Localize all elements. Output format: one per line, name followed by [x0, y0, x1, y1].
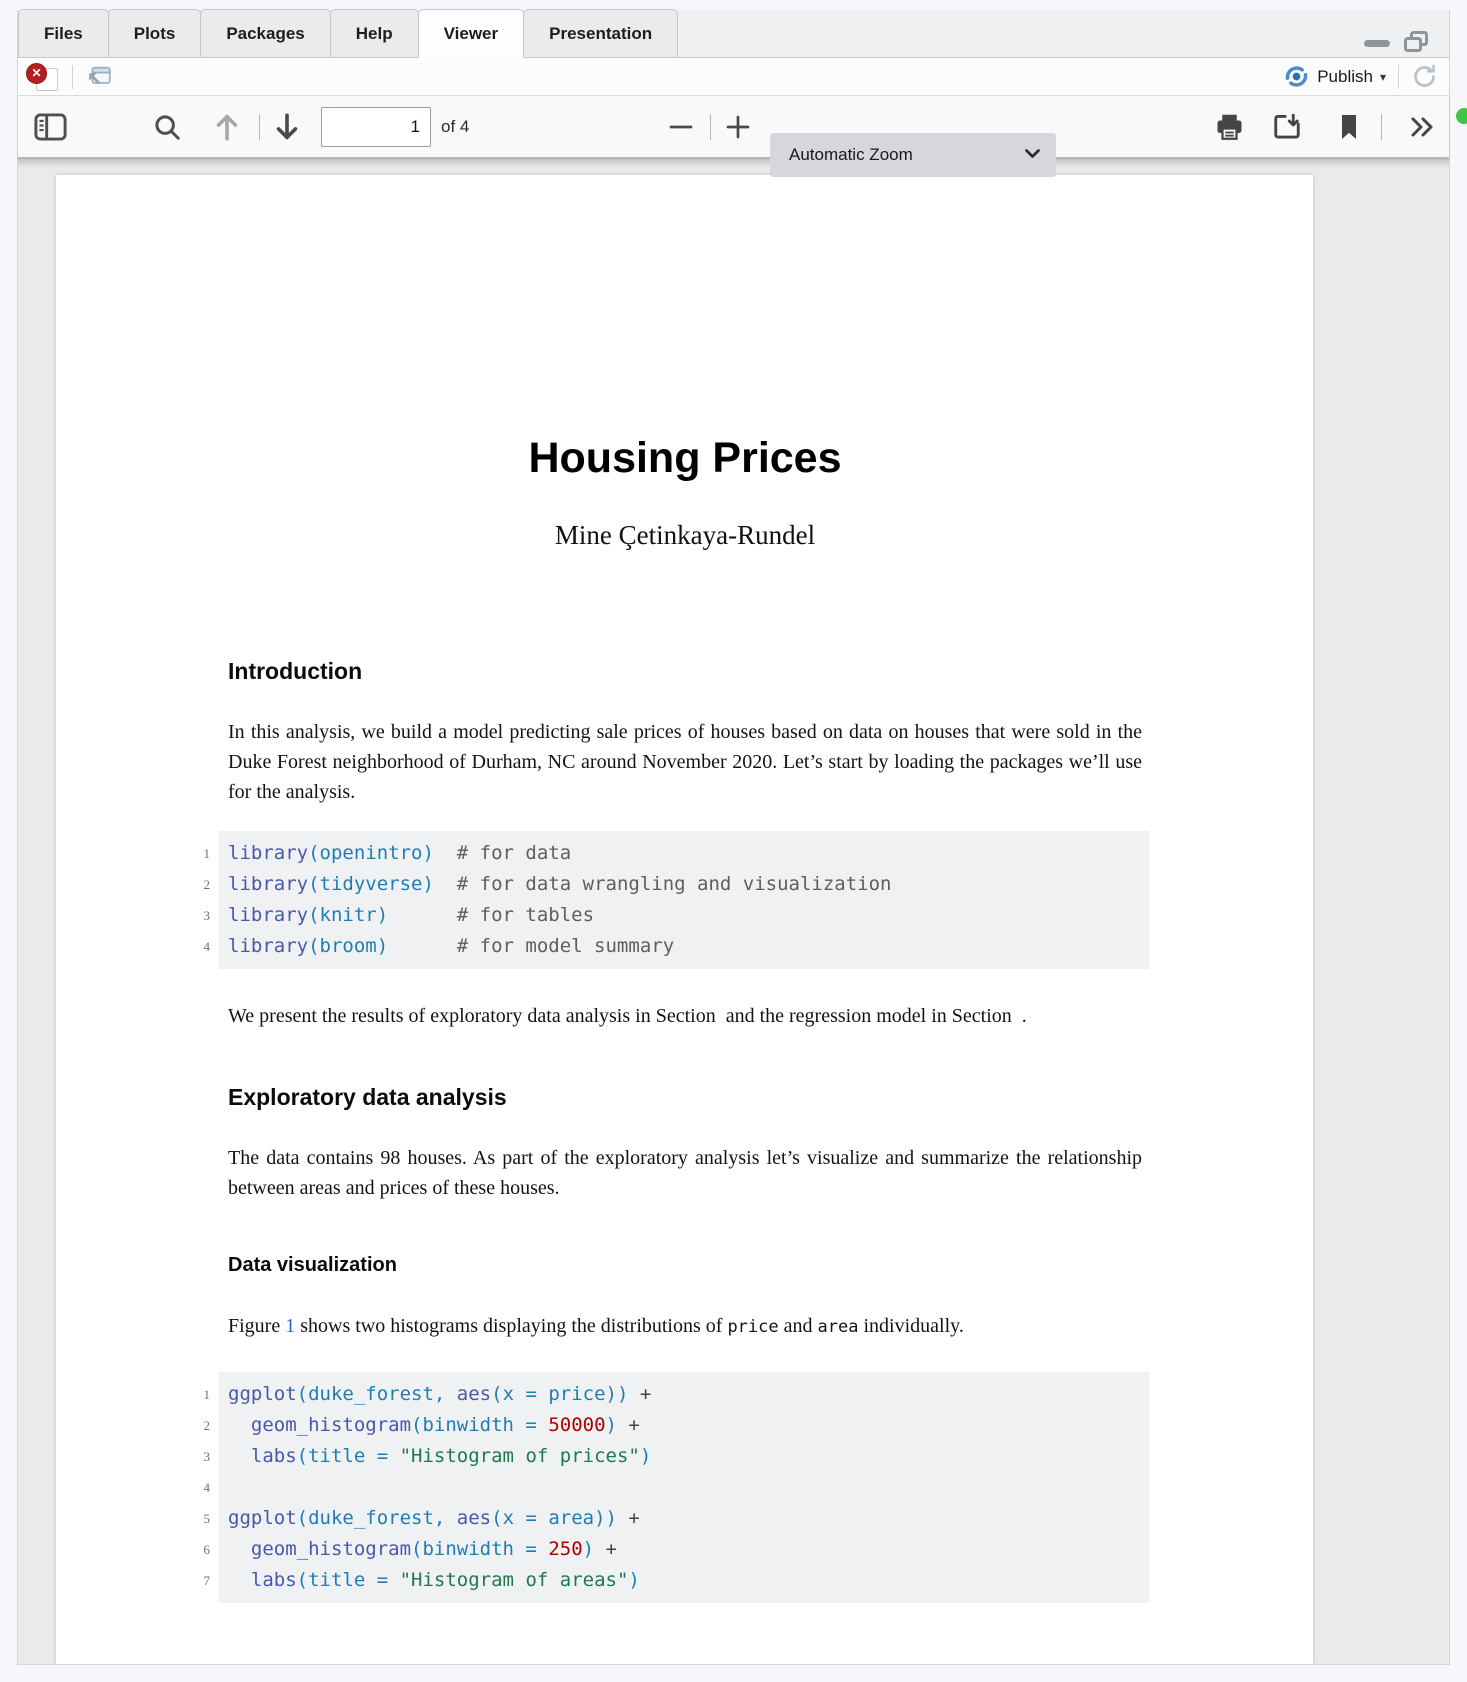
line-number: 1 [182, 1379, 210, 1410]
code-line: 5ggplot(duke_forest, aes(x = area)) + [228, 1503, 1149, 1534]
code-line: 3 labs(title = "Histogram of prices") [228, 1441, 1149, 1472]
separator [72, 65, 73, 89]
zoom-select[interactable]: Automatic Zoom [770, 133, 1056, 177]
minimize-icon[interactable] [1363, 32, 1391, 57]
code-line: 1library(openintro) # for data [228, 838, 1149, 869]
separator [259, 114, 260, 140]
zoom-out-button[interactable] [668, 114, 694, 140]
line-number: 3 [182, 1441, 210, 1472]
zoom-in-button[interactable] [725, 114, 751, 140]
popout-button[interactable] [85, 64, 114, 90]
viewer-toolbar-right: Publish ▾ [1283, 63, 1438, 90]
clear-viewer-icon: ✕ [26, 63, 47, 84]
code-block-ggplot: 1ggplot(duke_forest, aes(x = price)) +2 … [219, 1372, 1149, 1603]
code-line: 4library(broom) # for model summary [228, 931, 1149, 962]
code-line: 4 [228, 1472, 1149, 1503]
line-number: 2 [182, 1410, 210, 1441]
viewer-toolbar: ✕ [18, 58, 1449, 96]
document-author: Mine Çetinkaya-Rundel [228, 519, 1142, 551]
tab-files[interactable]: Files [18, 9, 109, 57]
more-tools-button[interactable] [1407, 114, 1437, 140]
intro-paragraph: In this analysis, we build a model predi… [228, 717, 1142, 807]
dataviz-paragraph: Figure 1 shows two histograms displaying… [228, 1311, 1142, 1342]
line-number: 2 [182, 869, 210, 900]
tab-presentation[interactable]: Presentation [523, 9, 678, 57]
publish-label: Publish [1317, 67, 1373, 87]
pane-window-controls [1363, 30, 1429, 59]
pdf-toolbar: of 4 Automatic Zoom [18, 96, 1449, 158]
code-line: 2 geom_histogram(binwidth = 50000) + [228, 1410, 1149, 1441]
eda-paragraph: The data contains 98 houses. As part of … [228, 1143, 1142, 1203]
tab-help[interactable]: Help [330, 9, 419, 57]
code-line: 1ggplot(duke_forest, aes(x = price)) + [228, 1379, 1149, 1410]
sidebar-notification-dot [1456, 108, 1467, 124]
line-number: 7 [182, 1565, 210, 1596]
tab-plots[interactable]: Plots [108, 9, 202, 57]
line-number: 4 [182, 931, 210, 962]
document-title: Housing Prices [228, 433, 1142, 483]
tab-packages[interactable]: Packages [200, 9, 330, 57]
clear-viewer-button[interactable]: ✕ [26, 62, 60, 92]
line-number: 5 [182, 1503, 210, 1534]
pdf-page: Housing Prices Mine Çetinkaya-Rundel Int… [56, 175, 1313, 1664]
print-button[interactable] [1214, 112, 1245, 142]
line-number: 6 [182, 1534, 210, 1565]
zoom-select-label: Automatic Zoom [789, 145, 913, 165]
line-number: 3 [182, 900, 210, 931]
line-number: 4 [182, 1472, 210, 1503]
subsection-heading-data-visualization: Data visualization [228, 1253, 1142, 1277]
refresh-button[interactable] [1411, 63, 1438, 90]
code-block-libraries: 1library(openintro) # for data2library(t… [219, 831, 1149, 969]
pdf-viewer-body[interactable]: Housing Prices Mine Çetinkaya-Rundel Int… [18, 158, 1449, 1664]
code-line: 3library(knitr) # for tables [228, 900, 1149, 931]
section-heading-eda: Exploratory data analysis [228, 1083, 1142, 1111]
publish-icon [1283, 63, 1310, 90]
code-line: 2library(tidyverse) # for data wrangling… [228, 869, 1149, 900]
page-number-input[interactable] [321, 107, 431, 147]
rstudio-window: Files Plots Packages Help Viewer Present… [0, 0, 1467, 1682]
present-paragraph: We present the results of exploratory da… [228, 1001, 1142, 1031]
find-button[interactable] [152, 112, 182, 142]
figure-link[interactable]: 1 [285, 1315, 295, 1337]
maximize-icon[interactable] [1403, 30, 1429, 59]
code-line: 7 labs(title = "Histogram of areas") [228, 1565, 1149, 1596]
publish-button[interactable]: Publish ▾ [1283, 63, 1386, 90]
viewer-pane: Files Plots Packages Help Viewer Present… [17, 10, 1450, 1665]
page-count-label: of 4 [441, 117, 469, 137]
separator [1398, 65, 1399, 89]
pane-tabbar: Files Plots Packages Help Viewer Present… [18, 10, 1449, 58]
separator [1381, 114, 1382, 140]
bookmark-button[interactable] [1337, 113, 1361, 141]
line-number: 1 [182, 838, 210, 869]
page-down-button[interactable] [274, 111, 300, 143]
tab-viewer[interactable]: Viewer [418, 9, 525, 58]
chevron-down-icon [1024, 146, 1041, 164]
publish-caret-icon: ▾ [1380, 70, 1386, 84]
page-up-button[interactable] [214, 111, 240, 143]
code-line: 6 geom_histogram(binwidth = 250) + [228, 1534, 1149, 1565]
separator [710, 114, 711, 140]
section-heading-introduction: Introduction [228, 657, 1142, 685]
save-button[interactable] [1271, 112, 1303, 142]
